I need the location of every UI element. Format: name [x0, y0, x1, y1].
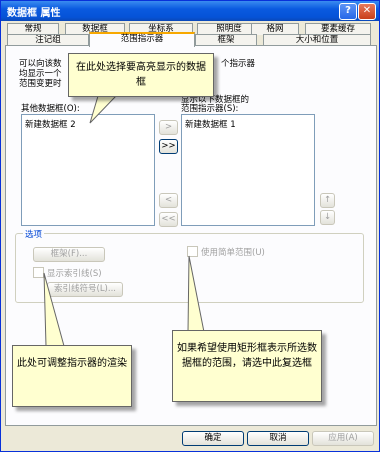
left-callout-pointer: [43, 272, 65, 347]
top-callout-pointer: [89, 95, 118, 124]
callout-adjust-rendering: 此处可调整指示器的渲染: [12, 345, 132, 407]
tab-extent-indicators[interactable]: 范围指示器: [89, 32, 195, 47]
right-callout-pointer: [187, 255, 205, 333]
callout-simple-extent: 如果希望使用矩形框表示所选数据框的范围，请选中此复选框: [172, 330, 322, 402]
callout-select-frame: 在此处选择要高亮显示的数据框: [68, 53, 214, 97]
